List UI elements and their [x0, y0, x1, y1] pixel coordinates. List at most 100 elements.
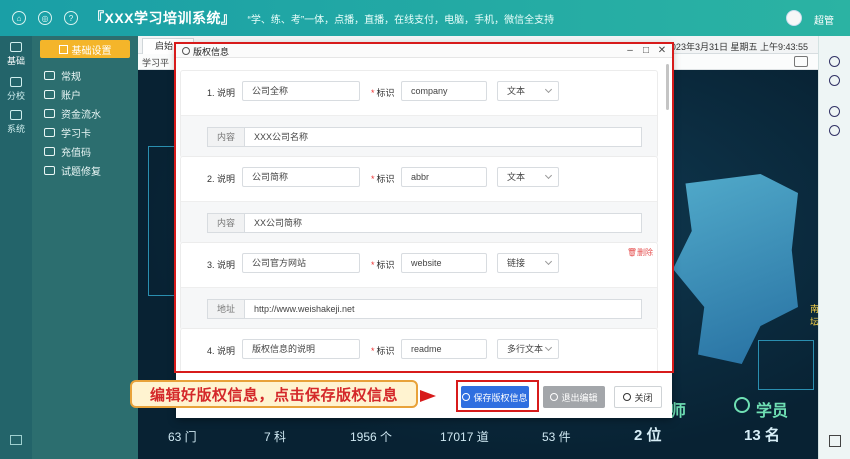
teacher-caption: 师: [670, 403, 687, 420]
copyright-icon: [182, 47, 190, 55]
value-input[interactable]: XXX公司名称: [244, 127, 642, 147]
key-label: * 标识: [371, 346, 395, 356]
sidebar-item-general[interactable]: 常规: [32, 66, 138, 85]
app-slogan: “学、练、考”一体，点播，直播，在线支付，电脑，手机，微信全支持: [247, 14, 555, 26]
apps-grid-icon[interactable]: [829, 435, 841, 447]
learner-icon: [734, 397, 750, 413]
dialog-body: 1. 说明 公司全称 * 标识 company 文本 内容 XXX公司名称 2. …: [180, 62, 664, 372]
arrow-icon: [420, 390, 436, 402]
refresh-icon[interactable]: [829, 75, 840, 86]
printer-icon[interactable]: [794, 56, 808, 67]
stat-learners: 13 名: [744, 427, 780, 444]
stat-courses: 63 门: [168, 430, 197, 444]
trash-icon: 🗑: [626, 248, 637, 257]
help-icon[interactable]: ?: [64, 11, 78, 25]
key-input[interactable]: abbr: [401, 167, 487, 187]
key-input[interactable]: readme: [401, 339, 487, 359]
info-icon[interactable]: [829, 125, 840, 136]
rail-item-branch[interactable]: 分校: [0, 77, 32, 102]
shield-icon: [462, 393, 471, 401]
value-input[interactable]: XX公司简称: [244, 213, 642, 233]
repair-icon: [44, 166, 55, 175]
sidebar-item-question-repair[interactable]: 试题修复: [32, 161, 138, 180]
stat-teachers: 2 位: [634, 427, 662, 444]
type-select[interactable]: 链接: [497, 253, 559, 273]
frame-decoration: [758, 340, 814, 390]
entry-card: 4. 说明 版权信息的说明 * 标识 readme 多行文本: [180, 328, 658, 372]
sidebar-header[interactable]: 基础设置: [40, 40, 130, 58]
value-prefix: 地址: [207, 299, 245, 319]
sidebar: 基础设置 常规 账户 资金流水 学习卡 充值码 试题修复: [32, 36, 138, 459]
save-copyright-button[interactable]: 保存版权信息: [461, 386, 529, 408]
close-icon[interactable]: ✕: [656, 45, 668, 56]
stat-items: 1956 个: [350, 430, 393, 444]
delete-link[interactable]: 🗑删除: [627, 247, 653, 258]
instruction-callout: 编辑好版权信息，点击保存版权信息: [130, 380, 418, 408]
rail-item-basic[interactable]: 基础: [0, 42, 32, 67]
key-label: * 标识: [371, 260, 395, 270]
entry-number: 2. 说明: [207, 174, 236, 184]
username[interactable]: 超管: [814, 12, 834, 27]
entry-number: 3. 说明: [207, 260, 236, 270]
dialog-header: 版权信息 – □ ✕: [176, 44, 672, 58]
description-input[interactable]: 公司简称: [242, 167, 360, 187]
maximize-icon[interactable]: □: [640, 45, 652, 56]
top-bar: ⌂ ◎ ? 『XXX学习培训系统』 “学、练、考”一体，点播，直播，在线支付，电…: [0, 0, 850, 36]
minimize-icon[interactable]: –: [624, 45, 636, 56]
settings-icon[interactable]: ◎: [38, 11, 52, 25]
required-mark: *: [371, 88, 375, 98]
type-select[interactable]: 文本: [497, 167, 559, 187]
required-mark: *: [371, 174, 375, 184]
user-icon: [44, 90, 55, 99]
exit-edit-button[interactable]: 退出编辑: [543, 386, 605, 408]
sidebar-item-account[interactable]: 账户: [32, 85, 138, 104]
stat-questions: 17017 道: [440, 430, 489, 444]
description-input[interactable]: 公司官方网站: [242, 253, 360, 273]
entry-number: 1. 说明: [207, 88, 236, 98]
left-rail: 基础 分校 系统: [0, 36, 32, 459]
key-label: * 标识: [371, 88, 395, 98]
key-input[interactable]: website: [401, 253, 487, 273]
sidebar-item-funds[interactable]: 资金流水: [32, 104, 138, 123]
home-icon[interactable]: ⌂: [12, 11, 26, 25]
required-mark: *: [371, 346, 375, 356]
value-input[interactable]: http://www.weishakeji.net: [244, 299, 642, 319]
palette-icon[interactable]: [829, 106, 840, 117]
learner-caption: 学员: [756, 403, 789, 420]
value-prefix: 内容: [207, 127, 245, 147]
collapse-icon[interactable]: [10, 435, 22, 445]
description-input[interactable]: 公司全称: [242, 81, 360, 101]
rail-item-system[interactable]: 系统: [0, 110, 32, 135]
map-region[interactable]: [673, 174, 798, 364]
coin-icon: [44, 147, 55, 156]
copyright-dialog: 版权信息 – □ ✕ 1. 说明 公司全称 * 标识 company 文本 内容 …: [176, 44, 672, 418]
entry-card: 1. 说明 公司全称 * 标识 company 文本 内容 XXX公司名称: [180, 70, 658, 158]
type-select[interactable]: 文本: [497, 81, 559, 101]
required-mark: *: [371, 260, 375, 270]
home-icon: [10, 42, 22, 52]
chevron-down-icon: [544, 343, 553, 352]
gear-icon: [10, 110, 22, 120]
entry-card: 2. 说明 公司简称 * 标识 abbr 文本 内容 XX公司简称: [180, 156, 658, 244]
grid-icon: [58, 44, 68, 54]
shirt-icon[interactable]: [829, 56, 840, 67]
card-icon: [44, 128, 55, 137]
current-tab[interactable]: 学习平: [142, 56, 169, 69]
right-rail: [818, 36, 850, 459]
chevron-down-icon: [544, 85, 553, 94]
avatar[interactable]: [786, 10, 802, 26]
chevron-down-icon: [544, 257, 553, 266]
sidebar-item-recharge-code[interactable]: 充值码: [32, 142, 138, 161]
exit-icon: [550, 393, 559, 401]
close-button[interactable]: 关闭: [614, 386, 662, 408]
scrollbar[interactable]: [666, 64, 669, 110]
description-input[interactable]: 版权信息的说明: [242, 339, 360, 359]
stat-subjects: 7 科: [264, 430, 287, 444]
value-prefix: 内容: [207, 213, 245, 233]
key-label: * 标识: [371, 174, 395, 184]
type-select[interactable]: 多行文本: [497, 339, 559, 359]
chevron-down-icon: [544, 171, 553, 180]
key-input[interactable]: company: [401, 81, 487, 101]
sidebar-item-study-card[interactable]: 学习卡: [32, 123, 138, 142]
entry-card: 3. 说明 公司官方网站 * 标识 website 链接 🗑删除 地址 http:…: [180, 242, 658, 330]
